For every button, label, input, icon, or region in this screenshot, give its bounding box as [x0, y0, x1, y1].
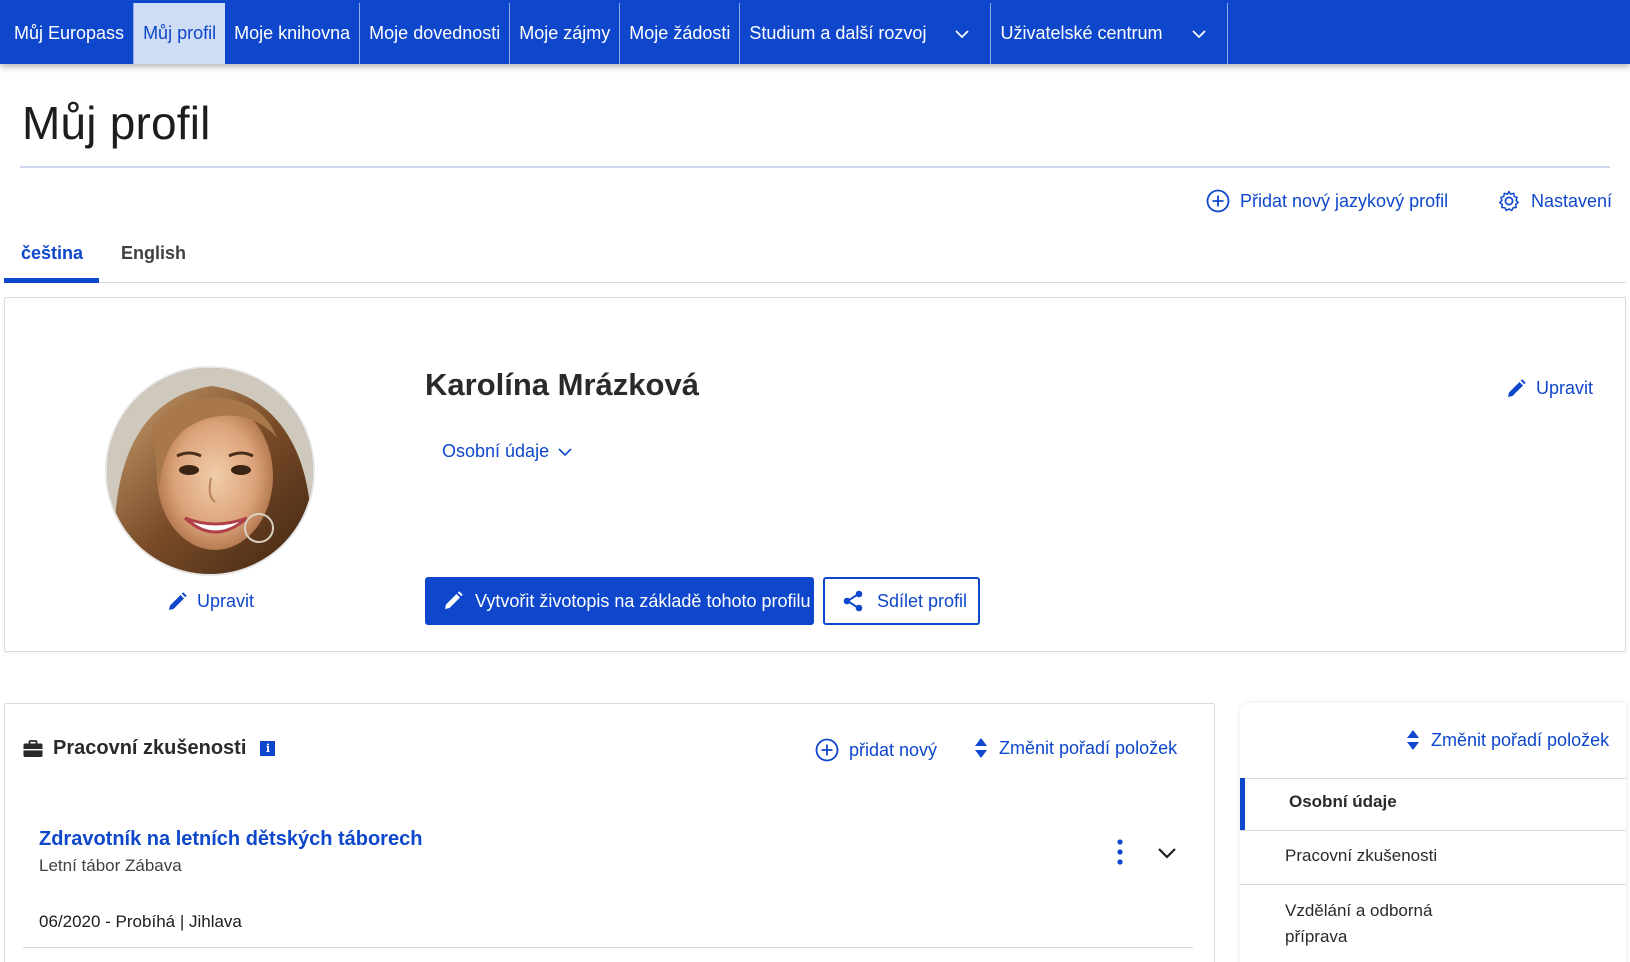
sidebar-item-vzdelani[interactable]: Vzdělání a odborná příprava [1240, 898, 1460, 950]
add-work-button[interactable]: přidat nový [815, 738, 937, 762]
work-experience-heading: Pracovní zkušenosti i [23, 737, 276, 760]
plus-circle-icon [815, 738, 839, 762]
reorder-sections-label: Změnit pořadí položek [1431, 729, 1610, 750]
job-employer: Letní tábor Zábava [39, 856, 182, 875]
edit-photo-label: Upravit [197, 591, 255, 611]
chevron-down-icon [1191, 29, 1206, 38]
pencil-icon [169, 591, 187, 610]
nav-item-studium[interactable]: Studium a další rozvoj [740, 3, 992, 64]
edit-profile-label: Upravit [1536, 378, 1594, 398]
briefcase-icon [23, 739, 43, 757]
settings-label: Nastavení [1531, 190, 1613, 211]
plus-circle-icon [1206, 189, 1230, 213]
sidebar-divider [1240, 884, 1626, 885]
share-profile-label: Sdílet profil [877, 590, 968, 611]
nav-item-moje-knihovna[interactable]: Moje knihovna [225, 3, 361, 64]
main-navigation: Můj Europass Můj profil Moje knihovna Mo… [0, 0, 1630, 64]
add-language-profile-button[interactable]: Přidat nový jazykový profil [1206, 189, 1448, 213]
sidebar-divider [1240, 830, 1626, 831]
reorder-work-label: Změnit pořadí položek [999, 737, 1178, 758]
nav-item-muj-europass[interactable]: Můj Europass [5, 3, 135, 64]
tabs-divider [4, 282, 1626, 283]
job-dates-location: 06/2020 - Probíhá | Jihlava [39, 912, 242, 931]
work-experience-title: Pracovní zkušenosti [53, 737, 247, 759]
add-work-label: přidat nový [849, 739, 938, 760]
nav-item-moje-zajmy[interactable]: Moje zájmy [510, 3, 621, 64]
sort-icon [975, 738, 987, 758]
share-profile-button[interactable]: Sdílet profil [823, 577, 980, 625]
chevron-down-icon [558, 447, 572, 456]
personal-details-label: Osobní údaje [442, 441, 550, 461]
nav-item-muj-profil[interactable]: Můj profil [134, 3, 226, 64]
nav-item-studium-label: Studium a další rozvoj [749, 23, 927, 43]
personal-details-toggle[interactable]: Osobní údaje [442, 441, 573, 462]
nav-item-moje-zadosti[interactable]: Moje žádosti [620, 3, 741, 64]
gear-icon [1498, 190, 1520, 212]
tab-cestina[interactable]: čeština [21, 243, 83, 264]
info-icon[interactable]: i [260, 741, 276, 756]
title-divider [20, 166, 1610, 168]
sidebar-item-pracovni-zkusenosti[interactable]: Pracovní zkušenosti [1240, 846, 1626, 866]
page-title: Můj profil [22, 97, 211, 149]
create-cv-label: Vytvořit životopis na základě tohoto pro… [475, 590, 811, 611]
sidebar-item-osobni-udaje[interactable]: Osobní údaje [1240, 778, 1626, 830]
pencil-icon [445, 591, 463, 609]
edit-photo-button[interactable]: Upravit [167, 591, 254, 612]
tab-english[interactable]: English [121, 243, 186, 264]
avatar [105, 366, 315, 576]
nav-item-uzivatelske-centrum-label: Uživatelské centrum [1000, 23, 1163, 43]
nav-item-uzivatelske-centrum[interactable]: Uživatelské centrum [991, 3, 1228, 64]
add-language-profile-label: Přidat nový jazykový profil [1240, 190, 1449, 211]
reorder-work-button[interactable]: Změnit pořadí položek [973, 736, 1177, 760]
reorder-sections-button[interactable]: Změnit pořadí položek [1405, 728, 1609, 752]
job-title[interactable]: Zdravotník na letních dětských táborech [39, 828, 422, 851]
settings-button[interactable]: Nastavení [1497, 189, 1612, 213]
more-vertical-icon[interactable] [1110, 838, 1130, 866]
pencil-icon [1508, 378, 1526, 397]
chevron-down-icon [955, 29, 970, 38]
entry-divider [23, 947, 1193, 948]
active-tab-indicator [4, 278, 99, 283]
share-icon [843, 590, 863, 612]
profile-photo [107, 368, 313, 574]
sort-icon [1407, 730, 1419, 750]
edit-profile-button[interactable]: Upravit [1506, 378, 1593, 399]
profile-name: Karolína Mrázková [425, 367, 699, 402]
nav-item-moje-dovednosti[interactable]: Moje dovednosti [360, 3, 511, 64]
create-cv-button[interactable]: Vytvořit životopis na základě tohoto pro… [425, 577, 814, 625]
chevron-down-icon[interactable] [1156, 842, 1178, 864]
